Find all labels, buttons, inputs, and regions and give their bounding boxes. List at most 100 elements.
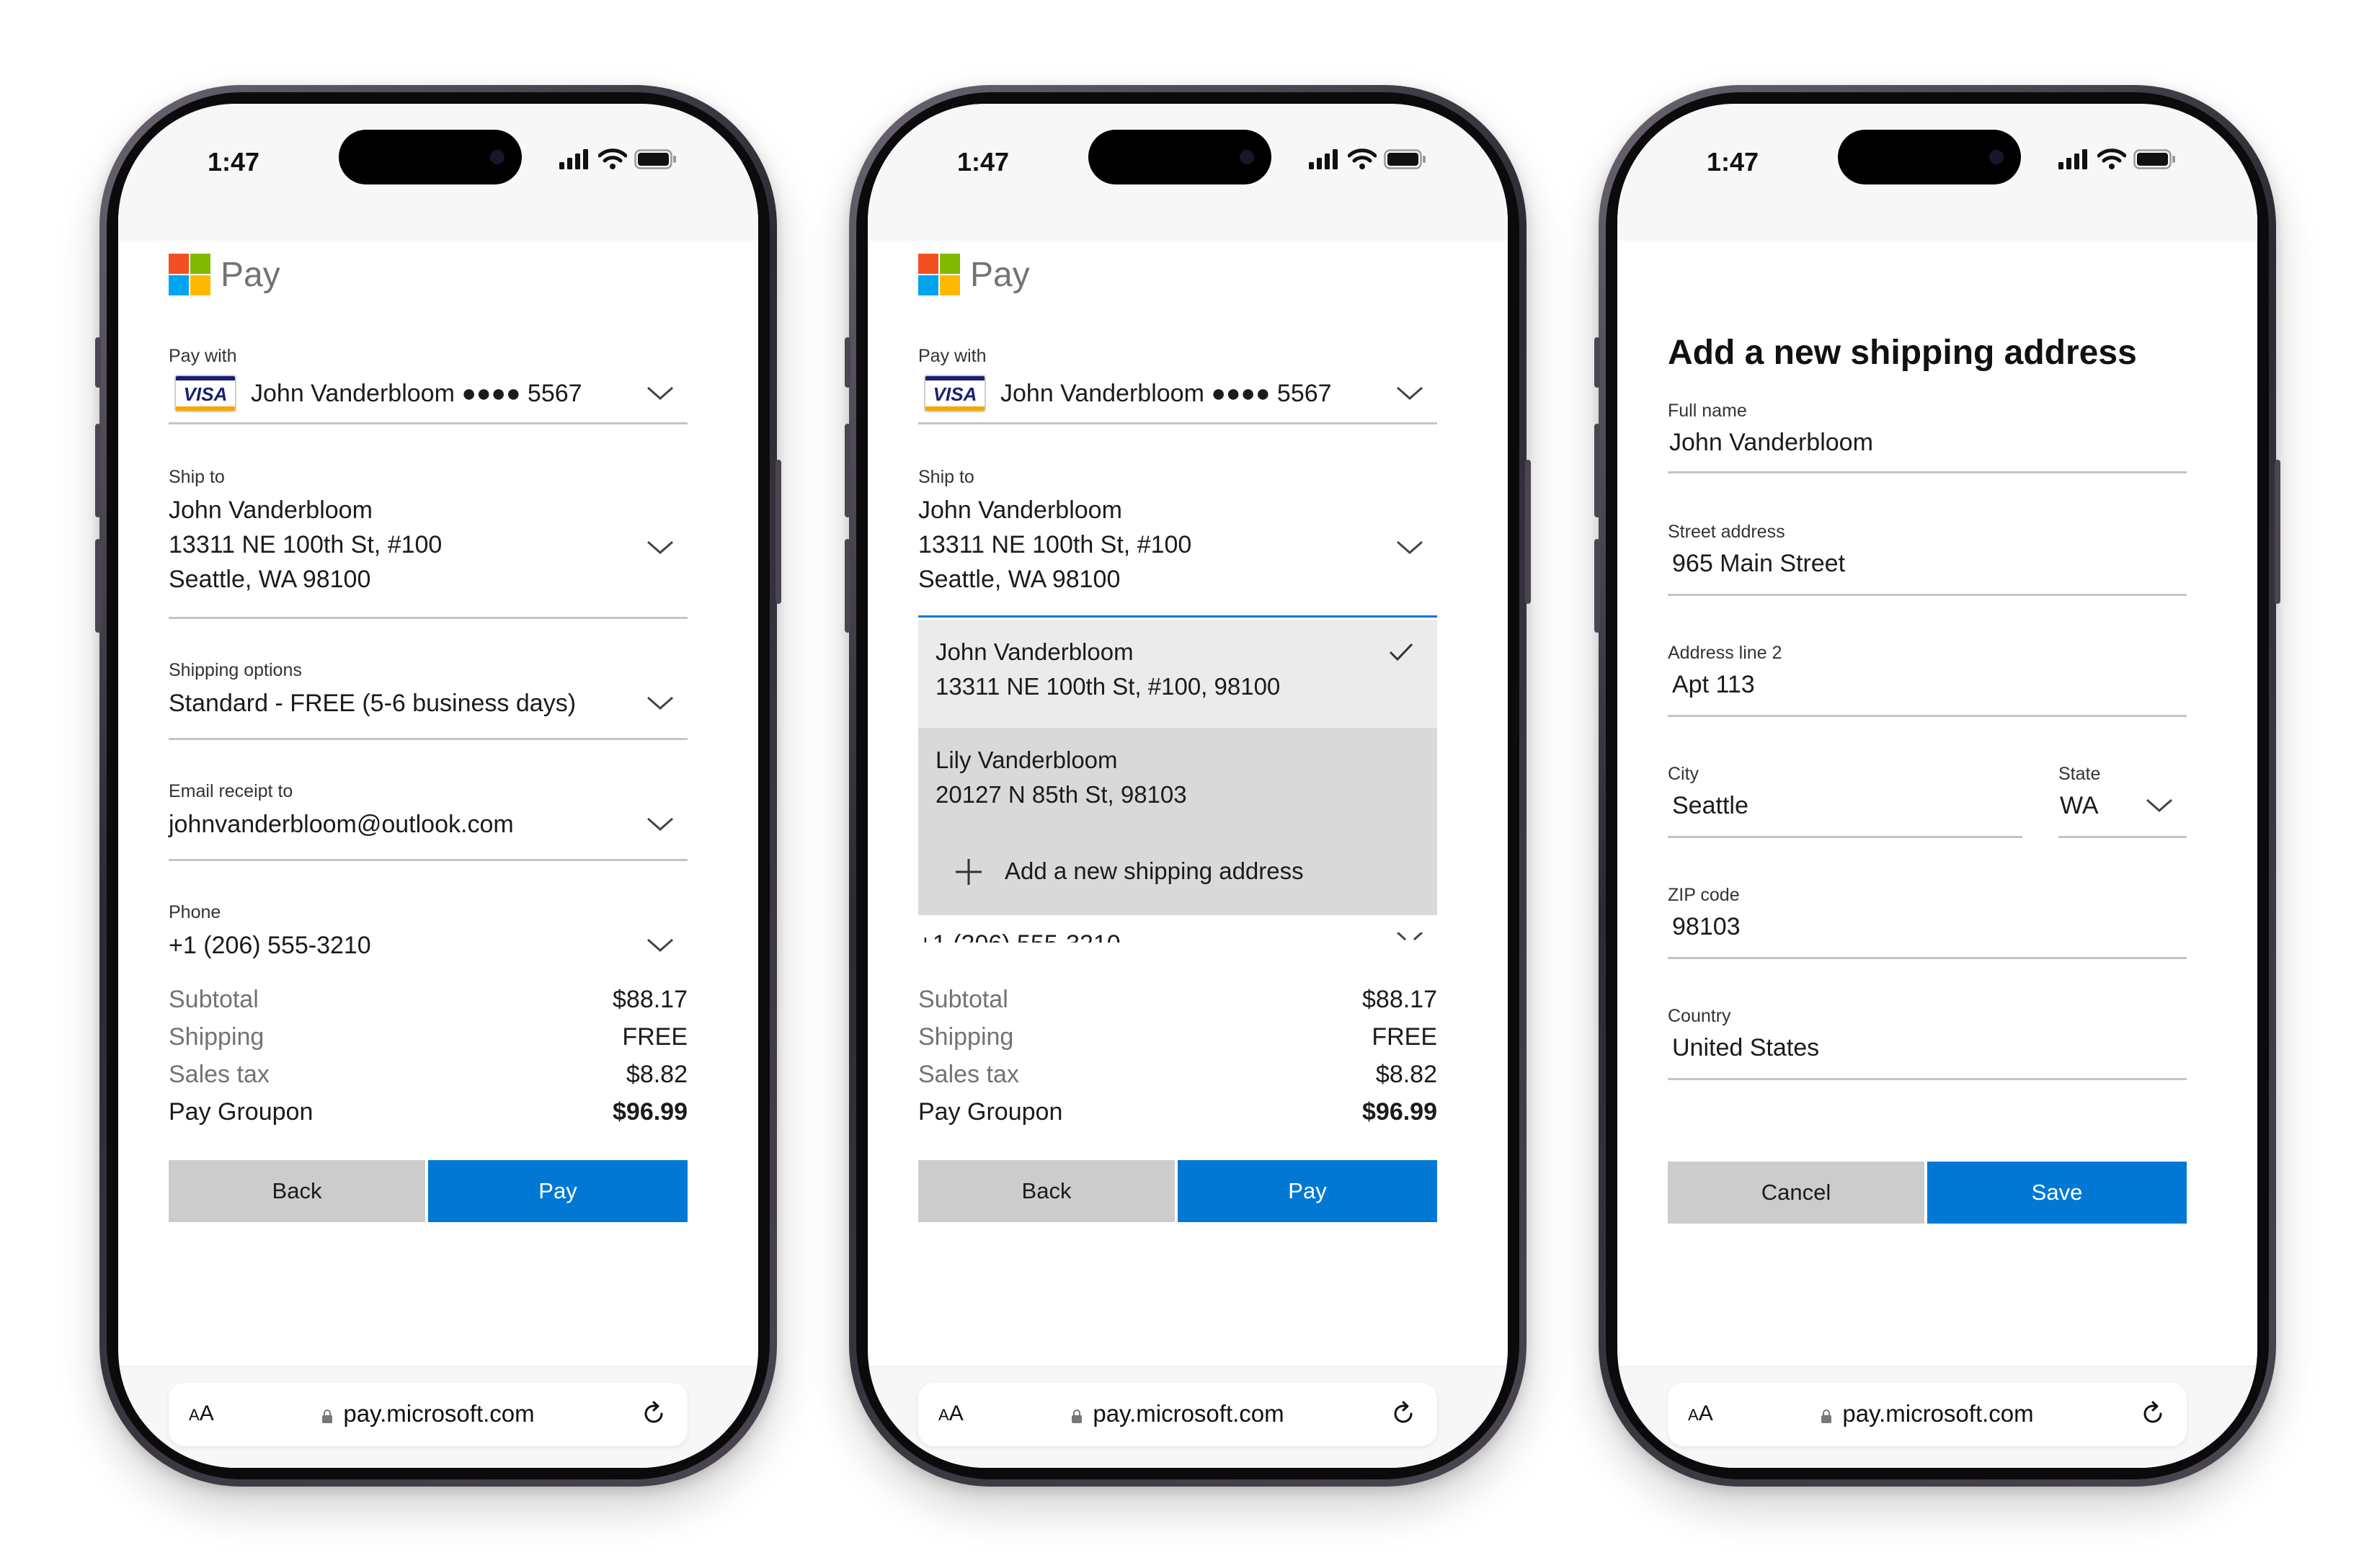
ship-to-name[interactable]: John Vanderbloom <box>918 493 1122 527</box>
microsoft-pay-logo: Pay <box>918 254 1030 295</box>
screen: 1:47 Pay Pay with VISA John Vanderbloom … <box>868 104 1508 1468</box>
pay-brand-text: Pay <box>221 255 280 294</box>
url-text[interactable]: pay.microsoft.com <box>1842 1400 2033 1427</box>
address-bar[interactable]: AA pay.microsoft.com <box>169 1383 688 1446</box>
lock-icon <box>322 1409 333 1423</box>
divider <box>169 738 688 740</box>
pay-brand-text: Pay <box>970 255 1030 294</box>
address-option[interactable]: Lily Vanderbloom 20127 N 85th St, 98103 <box>918 728 1437 839</box>
chevron-down-icon[interactable] <box>2145 797 2174 814</box>
subtotal-row: Subtotal $88.17 <box>918 986 1437 1013</box>
status-bar: 1:47 <box>118 104 758 241</box>
ship-to-label: Ship to <box>918 467 974 487</box>
dynamic-island <box>1088 130 1271 184</box>
signal-icon <box>559 149 588 169</box>
cancel-button[interactable]: Cancel <box>1668 1162 1924 1224</box>
total-row: Pay Groupon $96.99 <box>918 1098 1437 1126</box>
power-button <box>776 460 781 604</box>
phone-checkout: 1:47 Pay Pay with VISA John Vanderbloom … <box>95 85 781 1487</box>
chevron-down-icon[interactable] <box>1395 385 1424 402</box>
shipping-row: Shipping FREE <box>918 1023 1437 1051</box>
field-underline <box>1668 471 2187 473</box>
reload-icon[interactable] <box>2139 1400 2167 1427</box>
country-label: Country <box>1668 1006 1731 1026</box>
total-row: Pay Groupon $96.99 <box>169 1098 688 1126</box>
pay-with-select[interactable]: John Vanderbloom ●●●● 5567 <box>1000 376 1332 411</box>
safari-toolbar: AA pay.microsoft.com <box>118 1366 758 1468</box>
url-text[interactable]: pay.microsoft.com <box>343 1400 534 1427</box>
state-label: State <box>2058 764 2101 784</box>
state-select[interactable]: WA <box>2060 788 2099 823</box>
pay-with-select[interactable]: John Vanderbloom ●●●● 5567 <box>251 376 582 411</box>
field-underline <box>1668 836 2022 838</box>
chevron-down-icon[interactable] <box>646 695 675 712</box>
phone-address-dropdown: 1:47 Pay Pay with VISA John Vanderbloom … <box>845 85 1531 1487</box>
wifi-icon <box>598 148 627 169</box>
ship-to-street[interactable]: 13311 NE 100th St, #100 <box>169 527 442 562</box>
action-button <box>1594 337 1600 388</box>
battery-icon <box>634 149 676 169</box>
volume-up-button <box>1594 424 1600 517</box>
pay-button[interactable]: Pay <box>428 1160 688 1222</box>
pay-with-label: Pay with <box>169 346 237 366</box>
subtotal-row: Subtotal $88.17 <box>169 986 688 1013</box>
status-bar: 1:47 <box>1617 104 2257 241</box>
divider <box>169 859 688 861</box>
add-new-address-option[interactable]: Add a new shipping address <box>918 839 1437 915</box>
save-button[interactable]: Save <box>1927 1162 2187 1224</box>
chevron-down-icon[interactable] <box>646 937 675 954</box>
chevron-down-icon[interactable] <box>1395 539 1424 556</box>
ship-to-name[interactable]: John Vanderbloom <box>169 493 373 527</box>
zip-code-field[interactable]: 98103 <box>1672 909 1741 944</box>
plus-icon <box>956 859 982 885</box>
back-button[interactable]: Back <box>169 1160 425 1222</box>
url-text[interactable]: pay.microsoft.com <box>1093 1400 1284 1427</box>
volume-down-button <box>1594 539 1600 633</box>
sales-tax-row: Sales tax $8.82 <box>169 1061 688 1088</box>
full-name-field[interactable]: John Vanderbloom <box>1669 425 1873 460</box>
phone-select-partial[interactable]: +1 (206) 555-3210 <box>918 927 1121 943</box>
safari-toolbar: AA pay.microsoft.com <box>1617 1366 2257 1468</box>
shipping-options-select[interactable]: Standard - FREE (5-6 business days) <box>169 686 576 721</box>
ship-to-city[interactable]: Seattle, WA 98100 <box>169 562 370 597</box>
address-line2-field[interactable]: Apt 113 <box>1672 667 1755 702</box>
chevron-down-icon[interactable] <box>646 539 675 556</box>
reload-icon[interactable] <box>640 1400 667 1427</box>
city-label: City <box>1668 764 1699 784</box>
page-title: Add a new shipping address <box>1668 334 2137 372</box>
zip-code-label: ZIP code <box>1668 885 1740 905</box>
field-underline <box>1668 594 2187 596</box>
ship-to-street[interactable]: 13311 NE 100th St, #100 <box>918 527 1191 562</box>
address-bar[interactable]: AA pay.microsoft.com <box>1668 1383 2187 1446</box>
battery-icon <box>2133 149 2175 169</box>
ship-to-city[interactable]: Seattle, WA 98100 <box>918 562 1120 597</box>
country-field[interactable]: United States <box>1672 1030 1819 1065</box>
screen: 1:47 Add a new shipping address Full nam… <box>1617 104 2257 1468</box>
status-time: 1:47 <box>208 147 260 177</box>
checkmark-icon <box>1389 643 1413 662</box>
pay-with-label: Pay with <box>918 346 987 366</box>
phone-select[interactable]: +1 (206) 555-3210 <box>169 928 371 963</box>
lock-icon <box>1821 1409 1832 1423</box>
chevron-down-icon[interactable] <box>1395 932 1424 943</box>
chevron-down-icon[interactable] <box>646 816 675 833</box>
dynamic-island <box>339 130 522 184</box>
street-address-field[interactable]: 965 Main Street <box>1672 546 1845 581</box>
field-underline <box>1668 1078 2187 1080</box>
email-receipt-select[interactable]: johnvanderbloom@outlook.com <box>169 807 514 842</box>
volume-up-button <box>95 424 101 517</box>
city-field[interactable]: Seattle <box>1672 788 1748 823</box>
chevron-down-icon[interactable] <box>646 385 675 402</box>
status-icons <box>559 148 677 170</box>
status-icons <box>1309 148 1427 170</box>
reload-icon[interactable] <box>1390 1400 1417 1427</box>
divider <box>918 422 1437 424</box>
back-button[interactable]: Back <box>918 1160 1175 1222</box>
field-underline <box>1668 715 2187 717</box>
address-bar[interactable]: AA pay.microsoft.com <box>918 1383 1437 1446</box>
address-dropdown: John Vanderbloom 13311 NE 100th St, #100… <box>918 620 1437 915</box>
ship-to-label: Ship to <box>169 467 225 487</box>
address-option-name: Lily Vanderbloom <box>936 747 1118 773</box>
address-option[interactable]: John Vanderbloom 13311 NE 100th St, #100… <box>918 620 1437 728</box>
pay-button[interactable]: Pay <box>1178 1160 1437 1222</box>
